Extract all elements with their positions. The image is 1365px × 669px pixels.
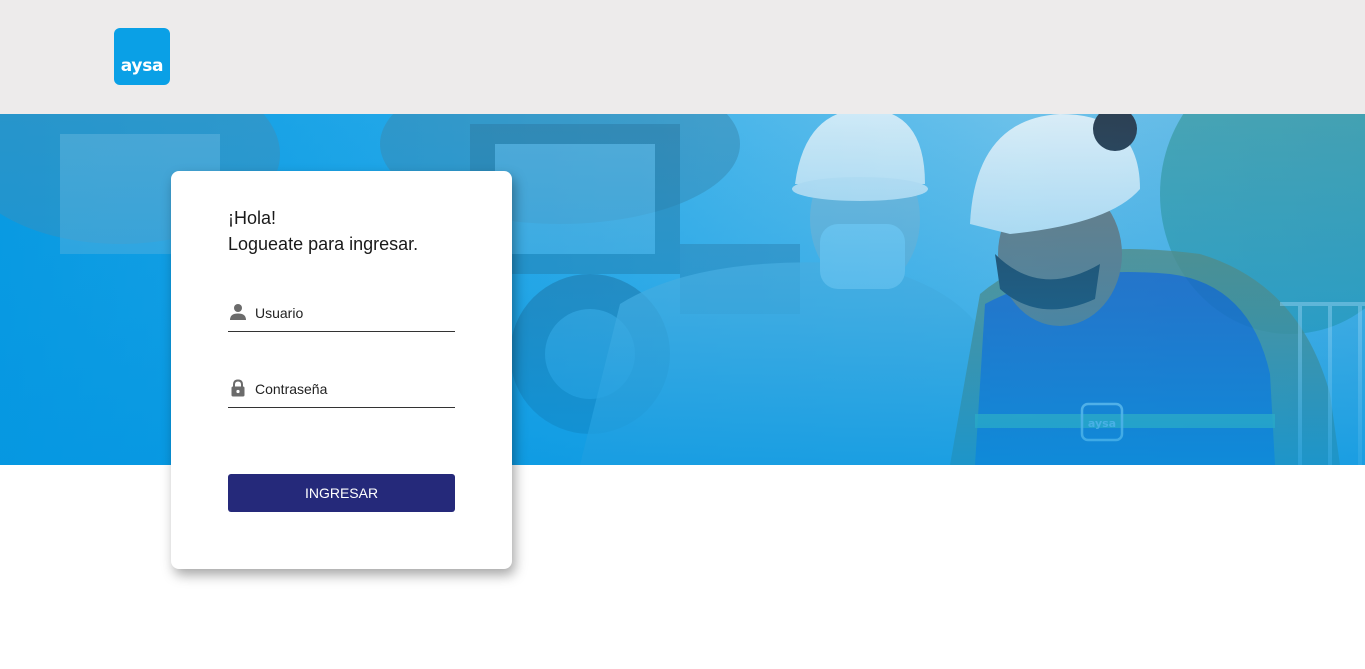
- aysa-logo[interactable]: aysa: [114, 28, 170, 85]
- greeting-line-1: ¡Hola!: [228, 208, 277, 228]
- logo-text: aysa: [120, 56, 164, 76]
- greeting-line-2: Logueate para ingresar.: [228, 234, 419, 254]
- lock-icon: [231, 379, 245, 397]
- username-input[interactable]: [255, 301, 450, 325]
- top-bar: aysa: [0, 0, 1365, 114]
- username-field[interactable]: [228, 301, 455, 332]
- login-submit-button[interactable]: INGRESAR: [228, 474, 455, 512]
- password-input[interactable]: [255, 377, 450, 401]
- person-icon: [230, 304, 246, 320]
- login-card: ¡Hola! Logueate para ingresar. INGRESAR: [171, 171, 512, 569]
- password-field[interactable]: [228, 377, 455, 408]
- login-greeting: ¡Hola! Logueate para ingresar.: [228, 205, 488, 257]
